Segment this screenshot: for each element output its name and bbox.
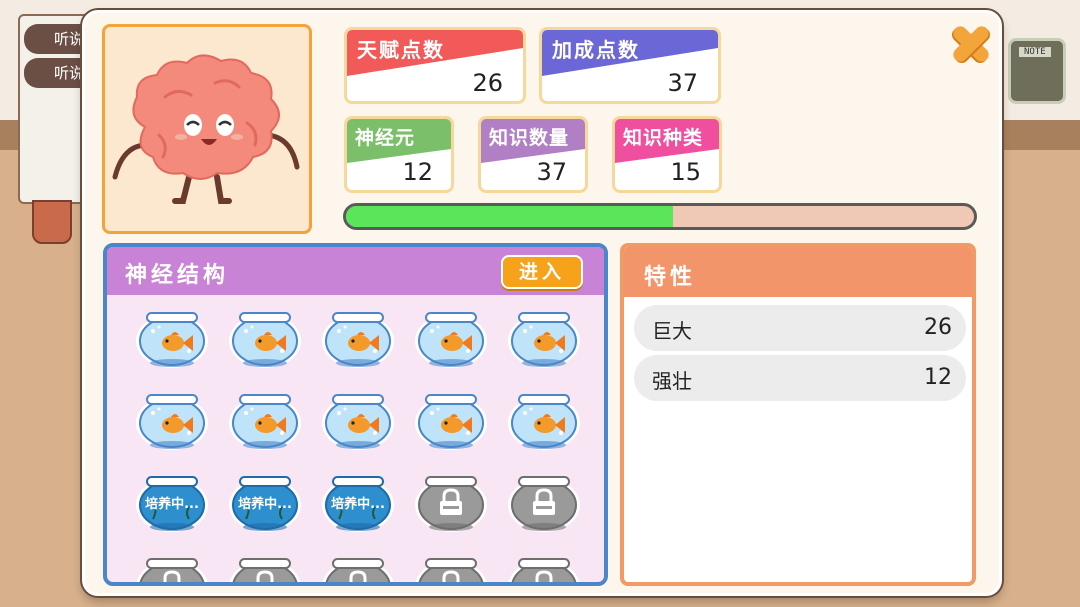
fishbowl-icon — [508, 312, 580, 368]
knowledge-kinds-value: 15 — [670, 158, 701, 186]
progress-fill — [346, 206, 673, 227]
fishbowl-icon — [136, 558, 208, 582]
fishbowl-slot[interactable] — [412, 553, 490, 582]
knowledge-count-card: 知识数量 37 — [478, 116, 588, 193]
bonus-points-label: 加成点数 — [552, 38, 640, 62]
fishbowl-slot[interactable] — [133, 553, 211, 582]
bonus-points-card: 加成点数 37 — [539, 27, 721, 104]
fishbowl-slot[interactable] — [412, 389, 490, 453]
fishbowl-slot[interactable] — [226, 389, 304, 453]
fishbowl-slot[interactable] — [133, 307, 211, 371]
fishbowl-slot[interactable] — [319, 389, 397, 453]
fishbowl-icon — [229, 312, 301, 368]
fishbowl-slot[interactable] — [505, 553, 583, 582]
background-stub — [32, 200, 72, 244]
fishbowl-icon — [136, 394, 208, 450]
neuron-label: 神经元 — [355, 127, 416, 149]
fishbowl-icon — [508, 476, 580, 532]
neural-structure-panel: 神经结构 进入 培养中... 培养中... 培养中... — [103, 243, 608, 586]
enter-button[interactable]: 进入 — [501, 255, 583, 289]
training-label: 培养中... — [145, 497, 199, 512]
fishbowl-slot[interactable] — [505, 389, 583, 453]
growth-progress-bar — [343, 203, 977, 230]
neuron-card: 神经元 12 — [344, 116, 454, 193]
fishbowl-icon — [415, 558, 487, 582]
trait-value: 12 — [924, 365, 952, 390]
background-tab: 听说 — [24, 58, 88, 88]
talent-points-value: 26 — [472, 69, 503, 97]
fishbowl-icon — [229, 394, 301, 450]
fishbowl-slot[interactable] — [319, 307, 397, 371]
knowledge-count-value: 37 — [536, 158, 567, 186]
trait-row: 强壮 12 — [634, 355, 966, 401]
fishbowl-slot[interactable] — [505, 307, 583, 371]
traits-panel: 特性 巨大 26 强壮 12 — [620, 243, 976, 586]
fishbowl-slot[interactable] — [226, 553, 304, 582]
fishbowl-grid: 培养中... 培养中... 培养中... — [107, 295, 604, 582]
fishbowl-icon — [322, 394, 394, 450]
talent-points-card: 天赋点数 26 — [344, 27, 526, 104]
fishbowl-slot[interactable] — [226, 307, 304, 371]
neuron-value: 12 — [402, 158, 433, 186]
fishbowl-icon — [415, 312, 487, 368]
trait-name: 巨大 — [652, 319, 692, 343]
fishbowl-slot[interactable]: 培养中... — [319, 471, 397, 535]
brain-avatar — [102, 24, 312, 234]
trait-row: 巨大 26 — [634, 305, 966, 351]
fishbowl-slot[interactable] — [133, 389, 211, 453]
fishbowl-icon — [229, 558, 301, 582]
training-label: 培养中... — [238, 497, 292, 512]
traits-title: 特性 — [644, 265, 697, 290]
bonus-points-value: 37 — [667, 69, 698, 97]
fishbowl-icon — [322, 312, 394, 368]
neural-structure-title: 神经结构 — [125, 263, 230, 288]
note-button[interactable]: NOTE — [1008, 38, 1066, 104]
fishbowl-slot[interactable] — [505, 471, 583, 535]
fishbowl-slot[interactable] — [412, 307, 490, 371]
fishbowl-icon — [136, 312, 208, 368]
fishbowl-slot[interactable] — [319, 553, 397, 582]
note-label: NOTE — [1019, 47, 1051, 57]
fishbowl-icon — [415, 476, 487, 532]
fishbowl-slot[interactable] — [412, 471, 490, 535]
close-icon[interactable] — [949, 22, 993, 66]
knowledge-kinds-card: 知识种类 15 — [612, 116, 722, 193]
fishbowl-icon — [415, 394, 487, 450]
fishbowl-icon — [508, 394, 580, 450]
talent-points-label: 天赋点数 — [357, 38, 445, 62]
knowledge-count-label: 知识数量 — [489, 127, 570, 149]
background-tab: 听说 — [24, 24, 88, 54]
fishbowl-icon — [508, 558, 580, 582]
brain-character-icon — [112, 54, 300, 204]
trait-value: 26 — [924, 315, 952, 340]
knowledge-kinds-label: 知识种类 — [623, 127, 704, 149]
fishbowl-icon — [322, 558, 394, 582]
training-label: 培养中... — [331, 497, 385, 512]
fishbowl-slot[interactable]: 培养中... — [226, 471, 304, 535]
trait-name: 强壮 — [652, 369, 692, 393]
fishbowl-slot[interactable]: 培养中... — [133, 471, 211, 535]
